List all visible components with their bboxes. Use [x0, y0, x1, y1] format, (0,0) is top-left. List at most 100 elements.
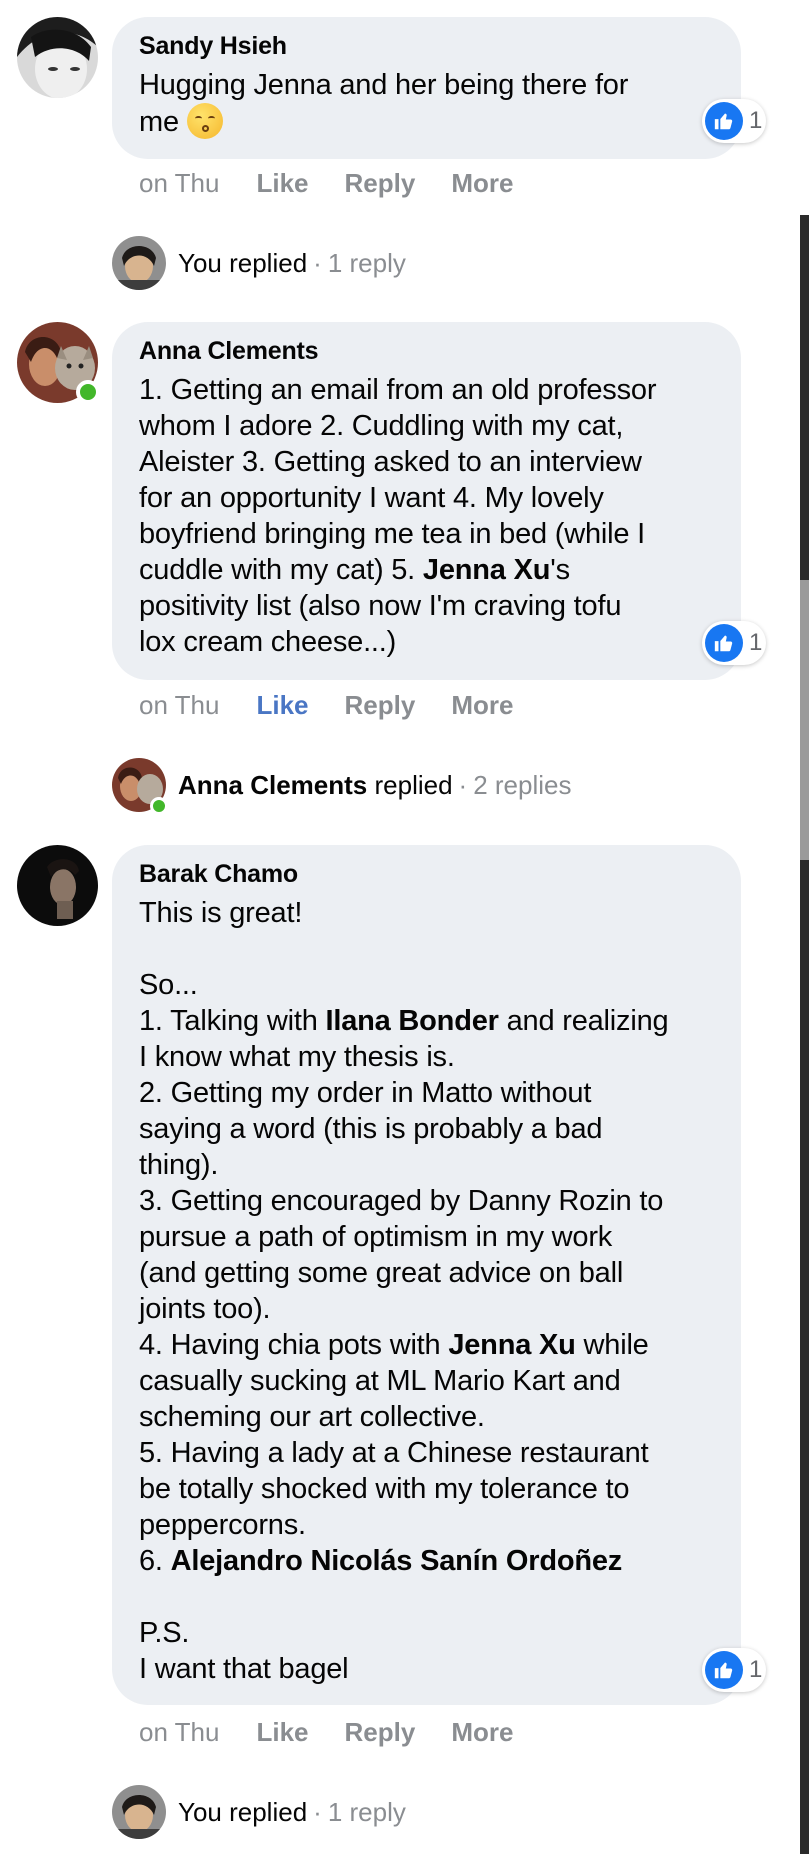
reaction-summary[interactable]: 1	[702, 1648, 766, 1692]
reply-author-name[interactable]: Anna Clements	[178, 770, 367, 800]
reply-button[interactable]: Reply	[345, 1717, 416, 1748]
comment-timestamp[interactable]: on Thu	[139, 1717, 219, 1748]
reply-avatar	[112, 1785, 166, 1839]
reply-author: You replied	[178, 247, 308, 278]
comment-line	[139, 1579, 713, 1615]
comment-bubble: Barak Chamo This is great! So... 1. Talk…	[112, 845, 741, 1705]
mention-jenna-xu[interactable]: Jenna Xu	[448, 1329, 576, 1361]
avatar-sandy-hsieh[interactable]	[17, 17, 98, 98]
more-button[interactable]: More	[451, 1717, 513, 1748]
comment-actions: on Thu Like Reply More	[139, 685, 549, 725]
reply-count[interactable]: 1 reply	[328, 1797, 406, 1828]
reply-button[interactable]: Reply	[345, 168, 416, 199]
reaction-count: 1	[749, 629, 763, 656]
comment-bubble: Sandy Hsieh Hugging Jenna and her being …	[112, 17, 741, 159]
thumbs-up-icon	[705, 102, 743, 140]
comment-line: Hugging Jenna and her being there for	[139, 69, 629, 101]
reaction-count: 1	[749, 1656, 763, 1683]
comment-line: 2. Getting my order in Matto without	[139, 1077, 592, 1109]
more-button[interactable]: More	[451, 168, 513, 199]
comments-thread: Sandy Hsieh Hugging Jenna and her being …	[0, 0, 809, 1854]
comment-line-text: and realizing	[498, 1005, 669, 1037]
comment-line: lox cream cheese...)	[139, 626, 397, 658]
comment-line: So...	[139, 969, 198, 1001]
reply-count[interactable]: 2 replies	[473, 770, 571, 801]
reaction-count: 1	[749, 107, 763, 134]
comment-timestamp[interactable]: on Thu	[139, 690, 219, 721]
reply-author: You replied	[178, 1796, 308, 1827]
comment-line-text: 4. Having chia pots with	[139, 1329, 449, 1361]
comment-line: 5. Having a lady at a Chinese restaurant	[139, 1437, 649, 1469]
comment-line: thing).	[139, 1149, 219, 1181]
comment-line: This is great!	[139, 897, 303, 929]
comment-line: I know what my thesis is.	[139, 1041, 455, 1073]
comment-line: Aleister 3. Getting asked to an intervie…	[139, 446, 642, 478]
comment-line: 1. Talking with Ilana Bonder and realizi…	[139, 1003, 713, 1039]
comment-line-text: 1. Talking with	[139, 1005, 326, 1037]
view-replies[interactable]: You replied · 1 reply	[112, 1784, 406, 1840]
comment-line: joints too).	[139, 1293, 271, 1325]
separator-dot: ·	[313, 1796, 322, 1827]
comment-line: cuddle with my cat) 5. Jenna Xu's	[139, 552, 713, 588]
comment-text: Hugging Jenna and her being there for me	[139, 67, 713, 140]
comment-line: be totally shocked with my tolerance to	[139, 1473, 630, 1505]
view-replies[interactable]: Anna Clements replied · 2 replies	[112, 757, 572, 813]
thumbs-up-icon	[705, 624, 743, 662]
online-status-icon	[150, 797, 168, 815]
comment-timestamp[interactable]: on Thu	[139, 168, 219, 199]
comment-author[interactable]: Sandy Hsieh	[139, 31, 713, 61]
comment-line-text: 's	[550, 554, 570, 586]
mention-ilana-bonder[interactable]: Ilana Bonder	[325, 1005, 498, 1037]
reply-author-suffix: replied	[367, 769, 453, 800]
comment-line: whom I adore 2. Cuddling with my cat,	[139, 410, 624, 442]
comment-line: for an opportunity I want 4. My lovely	[139, 482, 604, 514]
comment-line: me	[139, 103, 713, 140]
comment-line: peppercorns.	[139, 1509, 306, 1541]
comment-line: casually sucking at ML Mario Kart and	[139, 1365, 621, 1397]
comment-line-text: cuddle with my cat) 5.	[139, 554, 423, 586]
reply-author: Anna Clements replied	[178, 770, 453, 801]
comment-author[interactable]: Anna Clements	[139, 336, 713, 366]
comment-line: 4. Having chia pots with Jenna Xu while	[139, 1327, 713, 1363]
comment-actions: on Thu Like Reply More	[139, 1712, 549, 1752]
comment-line: pursue a path of optimism in my work	[139, 1221, 613, 1253]
comment-line: 3. Getting encouraged by Danny Rozin to	[139, 1185, 664, 1217]
separator-dot: ·	[458, 769, 468, 800]
scrollbar-thumb[interactable]	[800, 580, 809, 860]
scrollbar-track[interactable]	[800, 215, 809, 1854]
comment-line	[139, 931, 713, 967]
like-button[interactable]: Like	[256, 168, 308, 199]
comment-line: scheming our art collective.	[139, 1401, 485, 1433]
comment-line: 6. Alejandro Nicolás Sanín Ordoñez	[139, 1543, 713, 1579]
mention-alejandro-nicolas-sanin-ordonez[interactable]: Alejandro Nicolás Sanín Ordoñez	[171, 1545, 623, 1577]
comment-line-text: me	[139, 106, 179, 138]
avatar-barak-chamo[interactable]	[17, 845, 98, 926]
reaction-summary[interactable]: 1	[702, 621, 766, 665]
online-status-icon	[76, 380, 100, 404]
like-button[interactable]: Like	[256, 690, 308, 721]
more-button[interactable]: More	[451, 690, 513, 721]
comment-line: boyfriend bringing me tea in bed (while …	[139, 518, 646, 550]
reply-button[interactable]: Reply	[345, 690, 416, 721]
comment-line: positivity list (also now I'm craving to…	[139, 590, 622, 622]
comment-line: I want that bagel	[139, 1653, 349, 1685]
comment-author[interactable]: Barak Chamo	[139, 859, 713, 889]
comment-text: 1. Getting an email from an old professo…	[139, 372, 713, 660]
comment-line: P.S.	[139, 1617, 190, 1649]
separator-dot: ·	[313, 247, 322, 278]
mention-jenna-xu[interactable]: Jenna Xu	[423, 554, 551, 586]
comment-line: (and getting some great advice on ball	[139, 1257, 624, 1289]
comment-line-text: while	[575, 1329, 649, 1361]
reply-count[interactable]: 1 reply	[328, 248, 406, 279]
comment-actions: on Thu Like Reply More	[139, 163, 549, 203]
comment-bubble: Anna Clements 1. Getting an email from a…	[112, 322, 741, 680]
reaction-summary[interactable]: 1	[702, 99, 766, 143]
kissing-face-emoji-icon	[186, 103, 223, 139]
view-replies[interactable]: You replied · 1 reply	[112, 235, 406, 291]
comment-line-text: 6.	[139, 1545, 171, 1577]
thumbs-up-icon	[705, 1651, 743, 1689]
like-button[interactable]: Like	[256, 1717, 308, 1748]
reply-avatar	[112, 236, 166, 290]
comment-text: This is great! So... 1. Talking with Ila…	[139, 895, 713, 1687]
comment-line: saying a word (this is probably a bad	[139, 1113, 603, 1145]
